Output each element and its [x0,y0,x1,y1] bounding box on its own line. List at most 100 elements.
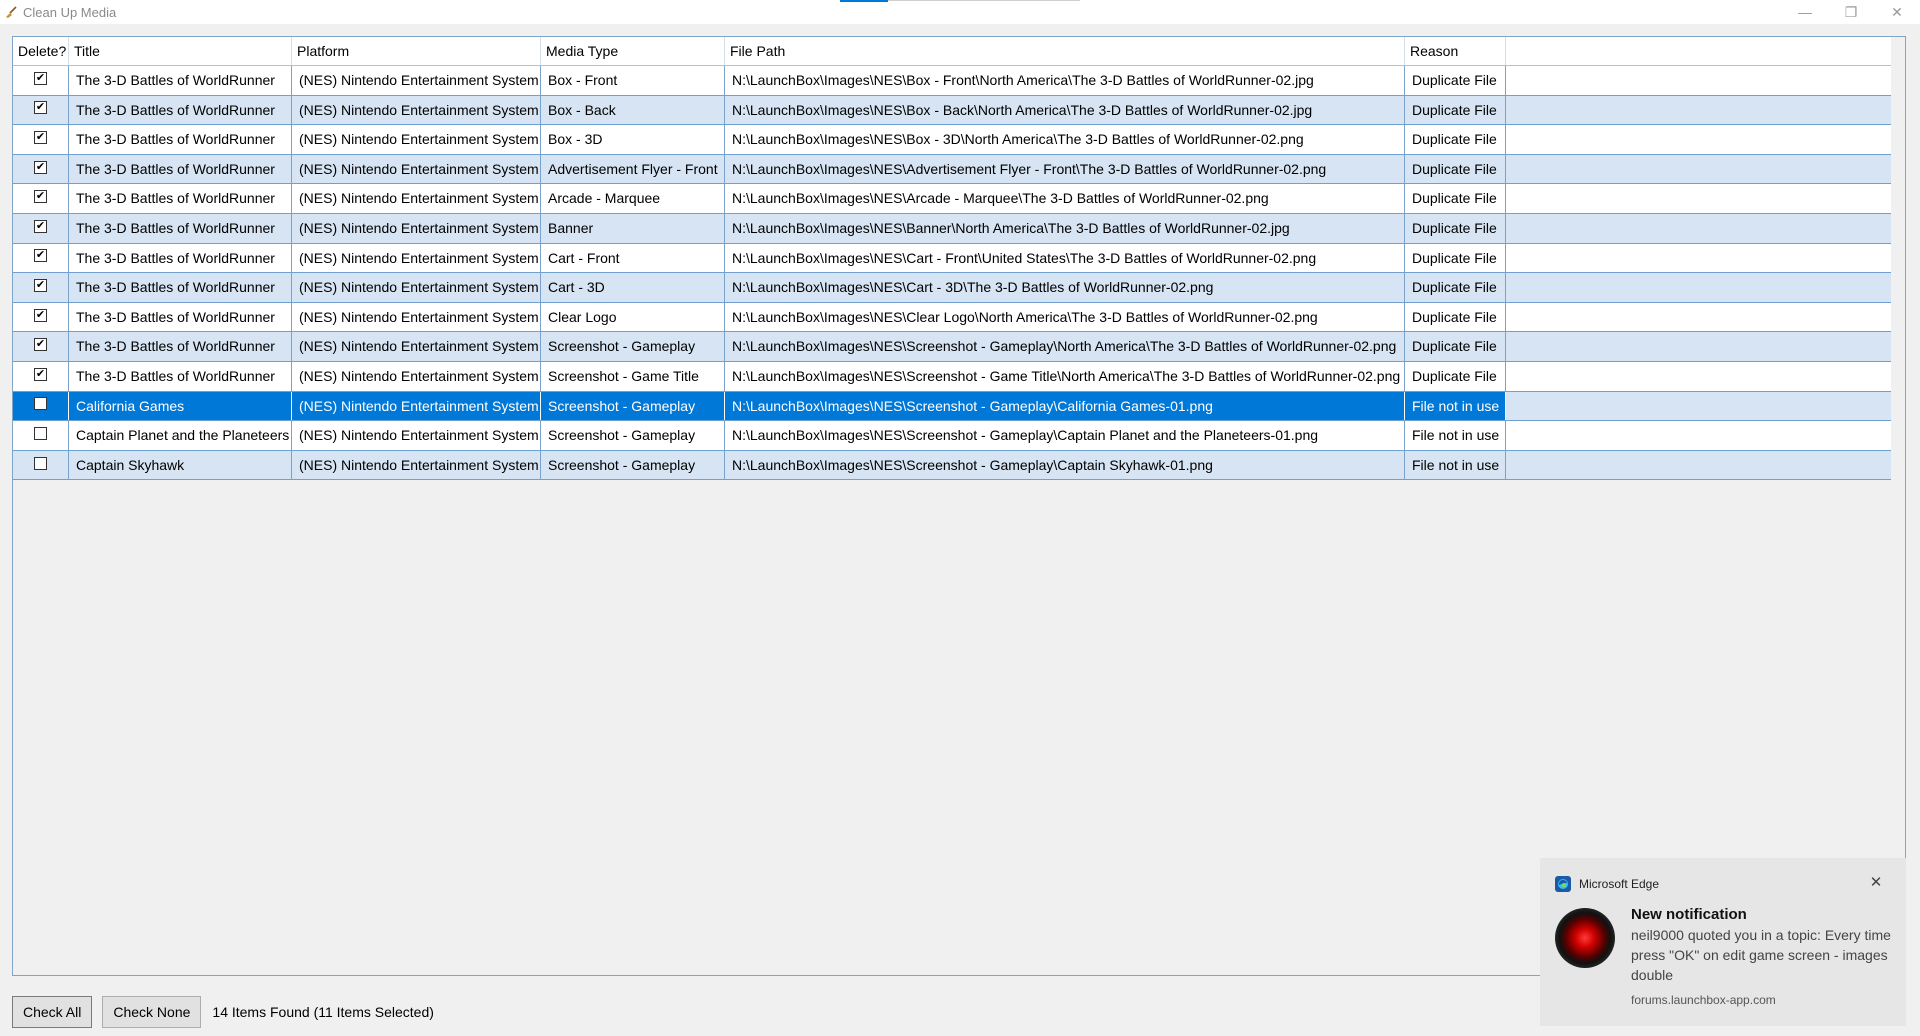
filler-cell [1506,332,1891,361]
table-row[interactable]: ✔ The 3-D Battles of WorldRunner (NES) N… [13,332,1891,362]
delete-checkbox[interactable] [34,456,47,470]
platform-cell: (NES) Nintendo Entertainment System [292,243,541,273]
title-bar: Clean Up Media — ❐ ✕ [0,0,1920,24]
table-row[interactable]: ✔ The 3-D Battles of WorldRunner (NES) N… [13,243,1891,274]
filler-cell [1506,184,1891,213]
column-header-title[interactable]: Title [69,37,292,65]
title-cell: The 3-D Battles of WorldRunner [69,302,292,332]
reason-cell: Duplicate File [1405,302,1506,332]
notification-toast[interactable]: Microsoft Edge ✕ New notification neil90… [1540,858,1906,1026]
reason-cell: Duplicate File [1405,184,1506,213]
media-type-cell: Advertisement Flyer - Front [541,154,725,184]
filler-cell [1506,155,1891,184]
delete-checkbox[interactable]: ✔ [34,278,47,292]
table-row[interactable]: ✔ The 3-D Battles of WorldRunner (NES) N… [13,302,1891,333]
media-type-cell: Cart - Front [541,243,725,273]
media-type-cell: Box - Front [541,66,725,95]
filler-cell [1506,391,1891,421]
reason-cell: Duplicate File [1405,95,1506,125]
title-cell: The 3-D Battles of WorldRunner [69,273,292,302]
table-row[interactable]: Captain Skyhawk (NES) Nintendo Entertain… [13,450,1891,481]
title-cell: Captain Planet and the Planeteers [69,421,292,450]
delete-checkbox[interactable]: ✔ [34,101,47,115]
filler-cell [1506,96,1891,125]
delete-checkbox[interactable]: ✔ [34,130,47,144]
delete-checkbox[interactable]: ✔ [34,338,47,352]
reason-cell: Duplicate File [1405,125,1506,154]
title-cell: The 3-D Battles of WorldRunner [69,243,292,273]
file-path-cell: N:\LaunchBox\Images\NES\Screenshot - Gam… [725,421,1405,450]
table-row[interactable]: ✔ The 3-D Battles of WorldRunner (NES) N… [13,154,1891,185]
table-row[interactable]: ✔ The 3-D Battles of WorldRunner (NES) N… [13,95,1891,126]
check-all-button[interactable]: Check All [12,996,93,1028]
table-row[interactable]: ✔ The 3-D Battles of WorldRunner (NES) N… [13,273,1891,303]
title-accent-line [840,0,888,2]
title-divider-line [888,0,1080,1]
notification-title: New notification [1631,906,1747,923]
platform-cell: (NES) Nintendo Entertainment System [292,361,541,391]
delete-checkbox[interactable]: ✔ [34,71,47,85]
column-header-filler [1506,37,1891,65]
file-path-cell: N:\LaunchBox\Images\NES\Advertisement Fl… [725,154,1405,184]
table-row[interactable]: ✔ The 3-D Battles of WorldRunner (NES) N… [13,184,1891,214]
title-cell: The 3-D Battles of WorldRunner [69,125,292,154]
column-header-delete[interactable]: Delete? [13,37,69,65]
reason-cell: Duplicate File [1405,66,1506,95]
notification-close-icon[interactable]: ✕ [1866,872,1886,892]
reason-cell: Duplicate File [1405,332,1506,361]
footer-bar: Check All Check None 14 Items Found (11 … [12,996,434,1028]
table-row[interactable]: ✔ The 3-D Battles of WorldRunner (NES) N… [13,213,1891,244]
title-cell: The 3-D Battles of WorldRunner [69,213,292,243]
file-path-cell: N:\LaunchBox\Images\NES\Box - Back\North… [725,95,1405,125]
media-grid[interactable]: Delete? Title Platform Media Type File P… [12,36,1906,976]
column-header-file-path[interactable]: File Path [725,37,1405,65]
platform-cell: (NES) Nintendo Entertainment System [292,302,541,332]
check-none-button[interactable]: Check None [102,996,202,1028]
reason-cell: Duplicate File [1405,213,1506,243]
table-row[interactable]: ✔ The 3-D Battles of WorldRunner (NES) N… [13,66,1891,96]
delete-checkbox[interactable] [34,426,47,440]
delete-checkbox[interactable]: ✔ [34,219,47,233]
table-row[interactable]: Captain Planet and the Planeteers (NES) … [13,421,1891,451]
delete-checkbox[interactable]: ✔ [34,249,47,263]
platform-cell: (NES) Nintendo Entertainment System [292,273,541,302]
table-row[interactable]: ✔ The 3-D Battles of WorldRunner (NES) N… [13,125,1891,155]
delete-checkbox[interactable]: ✔ [34,160,47,174]
reason-cell: Duplicate File [1405,243,1506,273]
delete-checkbox[interactable]: ✔ [34,367,47,381]
delete-checkbox[interactable] [34,397,47,411]
column-header-reason[interactable]: Reason [1405,37,1506,65]
delete-checkbox[interactable]: ✔ [34,308,47,322]
column-header-platform[interactable]: Platform [292,37,541,65]
media-type-cell: Screenshot - Game Title [541,361,725,391]
filler-cell [1506,451,1891,480]
platform-cell: (NES) Nintendo Entertainment System [292,95,541,125]
media-type-cell: Cart - 3D [541,273,725,302]
reason-cell: File not in use [1405,391,1506,421]
file-path-cell: N:\LaunchBox\Images\NES\Screenshot - Gam… [725,361,1405,391]
column-header-media-type[interactable]: Media Type [541,37,725,65]
title-cell: California Games [69,391,292,421]
minimize-button[interactable]: — [1782,0,1828,24]
filler-cell [1506,273,1891,302]
delete-checkbox[interactable]: ✔ [34,190,47,204]
filler-cell [1506,125,1891,154]
reason-cell: Duplicate File [1405,154,1506,184]
reason-cell: Duplicate File [1405,361,1506,391]
platform-cell: (NES) Nintendo Entertainment System [292,125,541,154]
table-row-selected[interactable]: California Games (NES) Nintendo Entertai… [13,391,1891,422]
reason-cell: File not in use [1405,421,1506,450]
media-type-cell: Clear Logo [541,302,725,332]
table-row[interactable]: ✔ The 3-D Battles of WorldRunner (NES) N… [13,361,1891,392]
file-path-cell: N:\LaunchBox\Images\NES\Cart - 3D\The 3-… [725,273,1405,302]
notification-source: forums.launchbox-app.com [1631,993,1776,1007]
media-type-cell: Screenshot - Gameplay [541,450,725,480]
restore-button[interactable]: ❐ [1828,0,1874,24]
close-button[interactable]: ✕ [1874,0,1920,24]
title-cell: The 3-D Battles of WorldRunner [69,361,292,391]
file-path-cell: N:\LaunchBox\Images\NES\Box - Front\Nort… [725,66,1405,95]
platform-cell: (NES) Nintendo Entertainment System [292,213,541,243]
platform-cell: (NES) Nintendo Entertainment System [292,450,541,480]
title-cell: The 3-D Battles of WorldRunner [69,332,292,361]
notification-app-name: Microsoft Edge [1579,877,1660,891]
